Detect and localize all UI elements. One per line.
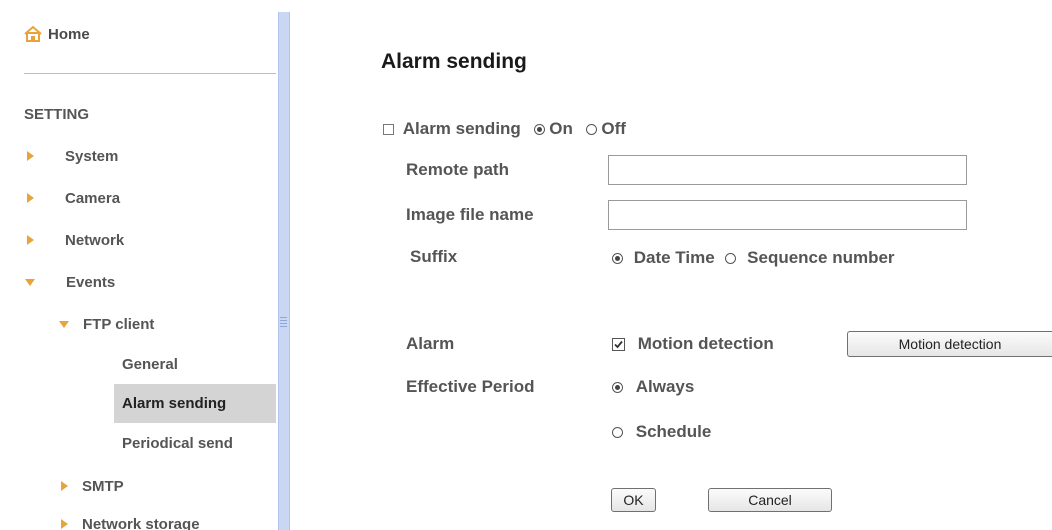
setting-section-label: SETTING bbox=[24, 106, 90, 123]
sidebar-item-label: Events bbox=[66, 273, 116, 291]
remote-path-input[interactable] bbox=[608, 155, 967, 185]
motion-detection-checkbox[interactable] bbox=[612, 338, 625, 352]
cancel-button[interactable]: Cancel bbox=[708, 488, 832, 512]
sidebar-item-label: Alarm sending bbox=[122, 395, 227, 412]
sidebar-item-ftp-client[interactable]: FTP client bbox=[59, 313, 154, 335]
expand-arrow-icon bbox=[27, 193, 34, 203]
expand-arrow-icon bbox=[61, 519, 68, 529]
collapse-arrow-icon bbox=[25, 278, 35, 286]
period-schedule-radio[interactable] bbox=[612, 427, 623, 439]
image-file-name-input[interactable] bbox=[608, 200, 967, 230]
motion-detection-option: Motion detection bbox=[612, 333, 774, 355]
motion-detection-label: Motion detection bbox=[637, 334, 774, 353]
sidebar-item-label: Network storage bbox=[82, 515, 200, 530]
expand-arrow-icon bbox=[27, 151, 34, 161]
alarm-label: Alarm bbox=[406, 334, 455, 353]
sidebar-item-periodical-send[interactable]: Periodical send bbox=[122, 432, 233, 454]
collapse-arrow-icon bbox=[59, 320, 69, 328]
expand-arrow-icon bbox=[61, 481, 68, 491]
sidebar-item-camera[interactable]: Camera bbox=[27, 187, 120, 209]
sidebar-scrollbar[interactable] bbox=[278, 12, 290, 530]
suffix-date-time-label: Date Time bbox=[633, 248, 715, 267]
sidebar: Home SETTING System Camera Network Event… bbox=[0, 0, 278, 530]
image-file-name-label: Image file name bbox=[406, 205, 534, 224]
home-link[interactable]: Home bbox=[24, 22, 90, 46]
alarm-sending-label: Alarm sending bbox=[402, 119, 521, 138]
section-bullet-icon bbox=[383, 124, 394, 136]
page-title: Alarm sending bbox=[381, 50, 527, 73]
effective-period-label: Effective Period bbox=[406, 377, 535, 396]
sidebar-item-label: Camera bbox=[65, 189, 121, 207]
home-icon bbox=[24, 26, 42, 42]
sidebar-item-system[interactable]: System bbox=[27, 145, 118, 167]
suffix-label: Suffix bbox=[410, 247, 458, 266]
alarm-on-radio[interactable] bbox=[533, 124, 545, 136]
sidebar-item-label: SMTP bbox=[82, 477, 124, 495]
period-always-radio[interactable] bbox=[612, 382, 623, 394]
ok-button[interactable]: OK bbox=[611, 488, 656, 512]
sidebar-item-label: FTP client bbox=[83, 315, 155, 333]
period-always-option: Always bbox=[612, 376, 694, 398]
period-always-label: Always bbox=[635, 377, 695, 396]
motion-detection-button[interactable]: Motion detection bbox=[847, 331, 1052, 357]
sidebar-item-network-storage[interactable]: Network storage bbox=[61, 513, 200, 530]
period-schedule-label: Schedule bbox=[635, 422, 712, 441]
scrollbar-grip-icon bbox=[280, 317, 287, 329]
sidebar-item-general[interactable]: General bbox=[122, 353, 178, 375]
suffix-sequence-radio[interactable] bbox=[725, 253, 737, 265]
alarm-sending-row: Alarm sending On Off bbox=[383, 118, 626, 140]
sidebar-item-alarm-sending[interactable]: Alarm sending bbox=[114, 384, 276, 423]
home-label: Home bbox=[48, 25, 90, 43]
expand-arrow-icon bbox=[27, 235, 34, 245]
sidebar-item-network[interactable]: Network bbox=[27, 229, 124, 251]
sidebar-item-events[interactable]: Events bbox=[25, 271, 115, 293]
suffix-date-time-radio[interactable] bbox=[612, 253, 623, 265]
sidebar-item-label: System bbox=[65, 147, 119, 165]
suffix-sequence-label: Sequence number bbox=[747, 248, 895, 267]
suffix-options: Date Time Sequence number bbox=[612, 247, 895, 269]
remote-path-label: Remote path bbox=[406, 160, 509, 179]
sidebar-item-label: Periodical send bbox=[122, 434, 233, 452]
alarm-on-label: On bbox=[549, 119, 573, 138]
alarm-off-label: Off bbox=[601, 119, 626, 138]
period-schedule-option: Schedule bbox=[612, 421, 711, 443]
sidebar-item-smtp[interactable]: SMTP bbox=[61, 475, 124, 497]
sidebar-divider bbox=[24, 73, 276, 74]
sidebar-item-label: Network bbox=[65, 231, 125, 249]
checkmark-icon bbox=[614, 340, 623, 349]
sidebar-item-label: General bbox=[122, 355, 178, 373]
alarm-off-radio[interactable] bbox=[585, 124, 597, 136]
